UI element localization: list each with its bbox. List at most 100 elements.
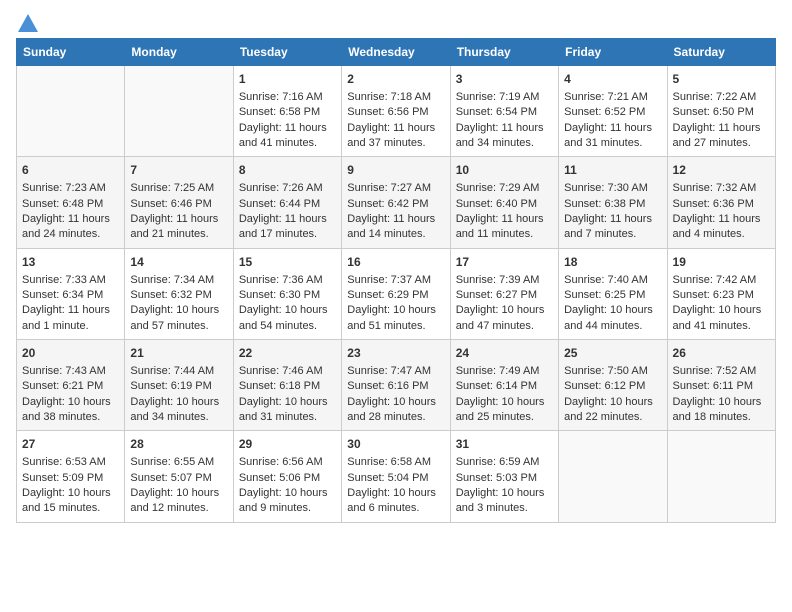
day-number: 11 (564, 162, 661, 179)
calendar-cell: 18Sunrise: 7:40 AMSunset: 6:25 PMDayligh… (559, 248, 667, 339)
calendar-cell (559, 431, 667, 522)
day-number: 7 (130, 162, 227, 179)
day-number: 12 (673, 162, 770, 179)
day-number: 17 (456, 254, 553, 271)
day-info: Daylight: 11 hours and 1 minute. (22, 303, 119, 334)
calendar-cell: 14Sunrise: 7:34 AMSunset: 6:32 PMDayligh… (125, 248, 233, 339)
weekday-header: Friday (559, 39, 667, 66)
day-number: 26 (673, 345, 770, 362)
day-info: Sunrise: 7:26 AM (239, 181, 336, 196)
day-info: Sunset: 5:06 PM (239, 471, 336, 486)
day-info: Sunset: 6:46 PM (130, 197, 227, 212)
calendar-cell: 4Sunrise: 7:21 AMSunset: 6:52 PMDaylight… (559, 66, 667, 157)
calendar-cell: 6Sunrise: 7:23 AMSunset: 6:48 PMDaylight… (17, 157, 125, 248)
day-info: Sunset: 6:56 PM (347, 105, 444, 120)
calendar-cell: 10Sunrise: 7:29 AMSunset: 6:40 PMDayligh… (450, 157, 558, 248)
page-header (16, 16, 776, 28)
day-info: Daylight: 11 hours and 21 minutes. (130, 212, 227, 243)
day-info: Sunrise: 7:34 AM (130, 273, 227, 288)
calendar-cell: 20Sunrise: 7:43 AMSunset: 6:21 PMDayligh… (17, 340, 125, 431)
day-info: Sunset: 6:29 PM (347, 288, 444, 303)
calendar-cell: 5Sunrise: 7:22 AMSunset: 6:50 PMDaylight… (667, 66, 775, 157)
calendar-cell: 2 Sunrise: 7:18 AMSunset: 6:56 PMDaylight… (342, 66, 450, 157)
calendar-cell: 15Sunrise: 7:36 AMSunset: 6:30 PMDayligh… (233, 248, 341, 339)
day-info: Daylight: 11 hours and 27 minutes. (673, 121, 770, 152)
day-info: Sunset: 6:30 PM (239, 288, 336, 303)
day-info: Sunrise: 7:39 AM (456, 273, 553, 288)
day-info: Daylight: 11 hours and 31 minutes. (564, 121, 661, 152)
day-info: Daylight: 11 hours and 34 minutes. (456, 121, 553, 152)
day-number: 16 (347, 254, 444, 271)
day-info: Daylight: 11 hours and 37 minutes. (347, 121, 444, 152)
day-info: Sunset: 6:27 PM (456, 288, 553, 303)
calendar-week-row: 27Sunrise: 6:53 AMSunset: 5:09 PMDayligh… (17, 431, 776, 522)
calendar-week-row: 6Sunrise: 7:23 AMSunset: 6:48 PMDaylight… (17, 157, 776, 248)
day-info: Sunset: 6:58 PM (239, 105, 336, 120)
day-info: Sunset: 6:42 PM (347, 197, 444, 212)
day-number: 18 (564, 254, 661, 271)
day-info: Sunset: 6:36 PM (673, 197, 770, 212)
day-info: Sunrise: 7:33 AM (22, 273, 119, 288)
calendar-cell: 13Sunrise: 7:33 AMSunset: 6:34 PMDayligh… (17, 248, 125, 339)
calendar-cell: 19Sunrise: 7:42 AMSunset: 6:23 PMDayligh… (667, 248, 775, 339)
calendar-cell: 1 Sunrise: 7:16 AMSunset: 6:58 PMDaylight… (233, 66, 341, 157)
day-info: Sunset: 6:25 PM (564, 288, 661, 303)
day-info: Sunset: 6:38 PM (564, 197, 661, 212)
day-info: Daylight: 10 hours and 12 minutes. (130, 486, 227, 517)
calendar-cell: 31Sunrise: 6:59 AMSunset: 5:03 PMDayligh… (450, 431, 558, 522)
day-info: Daylight: 11 hours and 41 minutes. (239, 121, 336, 152)
day-number: 23 (347, 345, 444, 362)
day-info: Sunset: 6:50 PM (673, 105, 770, 120)
day-number: 9 (347, 162, 444, 179)
day-number: 29 (239, 436, 336, 453)
calendar-cell: 16Sunrise: 7:37 AMSunset: 6:29 PMDayligh… (342, 248, 450, 339)
calendar-week-row: 20Sunrise: 7:43 AMSunset: 6:21 PMDayligh… (17, 340, 776, 431)
day-info: Daylight: 10 hours and 28 minutes. (347, 395, 444, 426)
day-info: Sunrise: 7:18 AM (347, 90, 444, 105)
day-number: 31 (456, 436, 553, 453)
day-info: Sunset: 5:03 PM (456, 471, 553, 486)
day-info: Sunset: 6:19 PM (130, 379, 227, 394)
day-number: 2 (347, 71, 444, 88)
day-number: 28 (130, 436, 227, 453)
day-info: Sunrise: 6:53 AM (22, 455, 119, 470)
day-info: Sunset: 6:52 PM (564, 105, 661, 120)
day-info: Sunrise: 7:16 AM (239, 90, 336, 105)
day-info: Sunrise: 7:27 AM (347, 181, 444, 196)
day-info: Daylight: 10 hours and 31 minutes. (239, 395, 336, 426)
day-info: Sunset: 5:04 PM (347, 471, 444, 486)
day-info: Sunset: 6:54 PM (456, 105, 553, 120)
day-info: Daylight: 10 hours and 47 minutes. (456, 303, 553, 334)
day-info: Sunset: 6:44 PM (239, 197, 336, 212)
day-info: Sunset: 6:21 PM (22, 379, 119, 394)
calendar-cell: 28Sunrise: 6:55 AMSunset: 5:07 PMDayligh… (125, 431, 233, 522)
day-info: Daylight: 10 hours and 25 minutes. (456, 395, 553, 426)
calendar-week-row: 13Sunrise: 7:33 AMSunset: 6:34 PMDayligh… (17, 248, 776, 339)
day-info: Daylight: 11 hours and 7 minutes. (564, 212, 661, 243)
day-info: Daylight: 10 hours and 38 minutes. (22, 395, 119, 426)
day-info: Sunrise: 7:47 AM (347, 364, 444, 379)
header-row: SundayMondayTuesdayWednesdayThursdayFrid… (17, 39, 776, 66)
day-number: 21 (130, 345, 227, 362)
day-info: Sunset: 6:23 PM (673, 288, 770, 303)
day-info: Sunrise: 7:43 AM (22, 364, 119, 379)
logo-arrow-icon (18, 14, 38, 32)
calendar-cell (17, 66, 125, 157)
day-info: Daylight: 10 hours and 51 minutes. (347, 303, 444, 334)
day-number: 1 (239, 71, 336, 88)
day-number: 4 (564, 71, 661, 88)
calendar-cell: 21Sunrise: 7:44 AMSunset: 6:19 PMDayligh… (125, 340, 233, 431)
day-info: Daylight: 10 hours and 34 minutes. (130, 395, 227, 426)
day-info: Sunset: 6:40 PM (456, 197, 553, 212)
day-info: Daylight: 10 hours and 22 minutes. (564, 395, 661, 426)
day-info: Sunset: 6:18 PM (239, 379, 336, 394)
calendar-table: SundayMondayTuesdayWednesdayThursdayFrid… (16, 38, 776, 523)
day-info: Sunrise: 7:32 AM (673, 181, 770, 196)
day-info: Sunrise: 7:36 AM (239, 273, 336, 288)
calendar-cell (667, 431, 775, 522)
day-number: 8 (239, 162, 336, 179)
day-info: Sunrise: 7:40 AM (564, 273, 661, 288)
calendar-cell: 23Sunrise: 7:47 AMSunset: 6:16 PMDayligh… (342, 340, 450, 431)
calendar-cell: 3Sunrise: 7:19 AMSunset: 6:54 PMDaylight… (450, 66, 558, 157)
logo (16, 16, 38, 28)
